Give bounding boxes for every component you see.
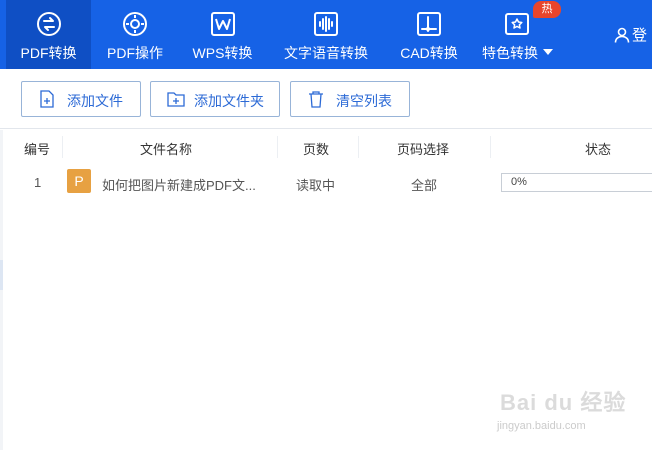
column-header-pages: 页数 (303, 142, 330, 157)
table-row[interactable]: 1 P 如何把图片新建成PDF文... 读取中 全部 0% (0, 165, 652, 201)
add-folder-icon (167, 92, 185, 107)
file-table-header: 编号 文件名称 页数 页码选择 状态 (0, 130, 652, 163)
audio-wave-icon (314, 12, 338, 36)
left-edge-highlight (0, 260, 3, 290)
column-divider (277, 136, 278, 158)
progress-text: 0% (511, 176, 527, 188)
column-header-status: 状态 (585, 142, 612, 157)
watermark-url: jingyan.baidu.com (497, 420, 586, 432)
add-folder-button[interactable]: 添加文件夹 (150, 81, 280, 117)
nav-pdf-operate[interactable]: PDF操作 (95, 0, 175, 69)
top-nav-bar: PDF转换 PDF操作 WPS转换 文字语音转换 CAD转换 特色转换 热 登 (0, 0, 652, 69)
caret-down-icon (543, 49, 553, 55)
clear-list-button[interactable]: 清空列表 (290, 81, 410, 117)
column-header-page-range: 页码选择 (397, 142, 450, 157)
column-divider (490, 136, 491, 158)
nav-label: CAD转换 (400, 45, 458, 61)
trash-icon (309, 91, 323, 108)
nav-label: WPS转换 (192, 45, 253, 61)
nav-pdf-convert[interactable]: PDF转换 (6, 0, 91, 69)
pdf-file-icon: P (67, 169, 91, 193)
column-divider (62, 136, 63, 158)
row-pages: 读取中 (296, 178, 336, 193)
login-button[interactable]: 登 (614, 24, 647, 45)
login-label: 登 (632, 27, 648, 44)
progress-bar: 0% (501, 173, 652, 192)
row-index: 1 (34, 175, 42, 190)
toolbar: 添加文件 添加文件夹 清空列表 (0, 69, 652, 129)
add-folder-label: 添加文件夹 (194, 93, 264, 109)
add-file-icon (40, 90, 54, 108)
add-file-button[interactable]: 添加文件 (21, 81, 141, 117)
nav-label: PDF转换 (20, 45, 77, 61)
nav-label: 文字语音转换 (284, 45, 368, 61)
nav-label: PDF操作 (107, 45, 163, 61)
watermark-brand: Bai du 经验 (500, 390, 627, 415)
pdf-operate-icon (123, 12, 147, 36)
add-file-label: 添加文件 (67, 93, 123, 109)
nav-cad-convert[interactable]: CAD转换 (390, 0, 468, 69)
wps-icon (210, 12, 235, 36)
left-edge-strip (0, 130, 3, 450)
cad-icon (417, 12, 441, 36)
feature-convert-icon (505, 13, 529, 35)
nav-text-speech[interactable]: 文字语音转换 (272, 0, 380, 69)
nav-wps-convert[interactable]: WPS转换 (180, 0, 265, 69)
row-page-range[interactable]: 全部 (411, 175, 437, 194)
row-filename: 如何把图片新建成PDF文... (102, 178, 256, 193)
column-header-filename: 文件名称 (140, 142, 193, 157)
column-divider (358, 136, 359, 158)
user-icon (614, 27, 630, 43)
hot-badge: 热 (533, 1, 561, 18)
pdf-convert-icon (36, 12, 61, 36)
column-header-index: 编号 (24, 142, 51, 157)
clear-list-label: 清空列表 (336, 93, 392, 109)
